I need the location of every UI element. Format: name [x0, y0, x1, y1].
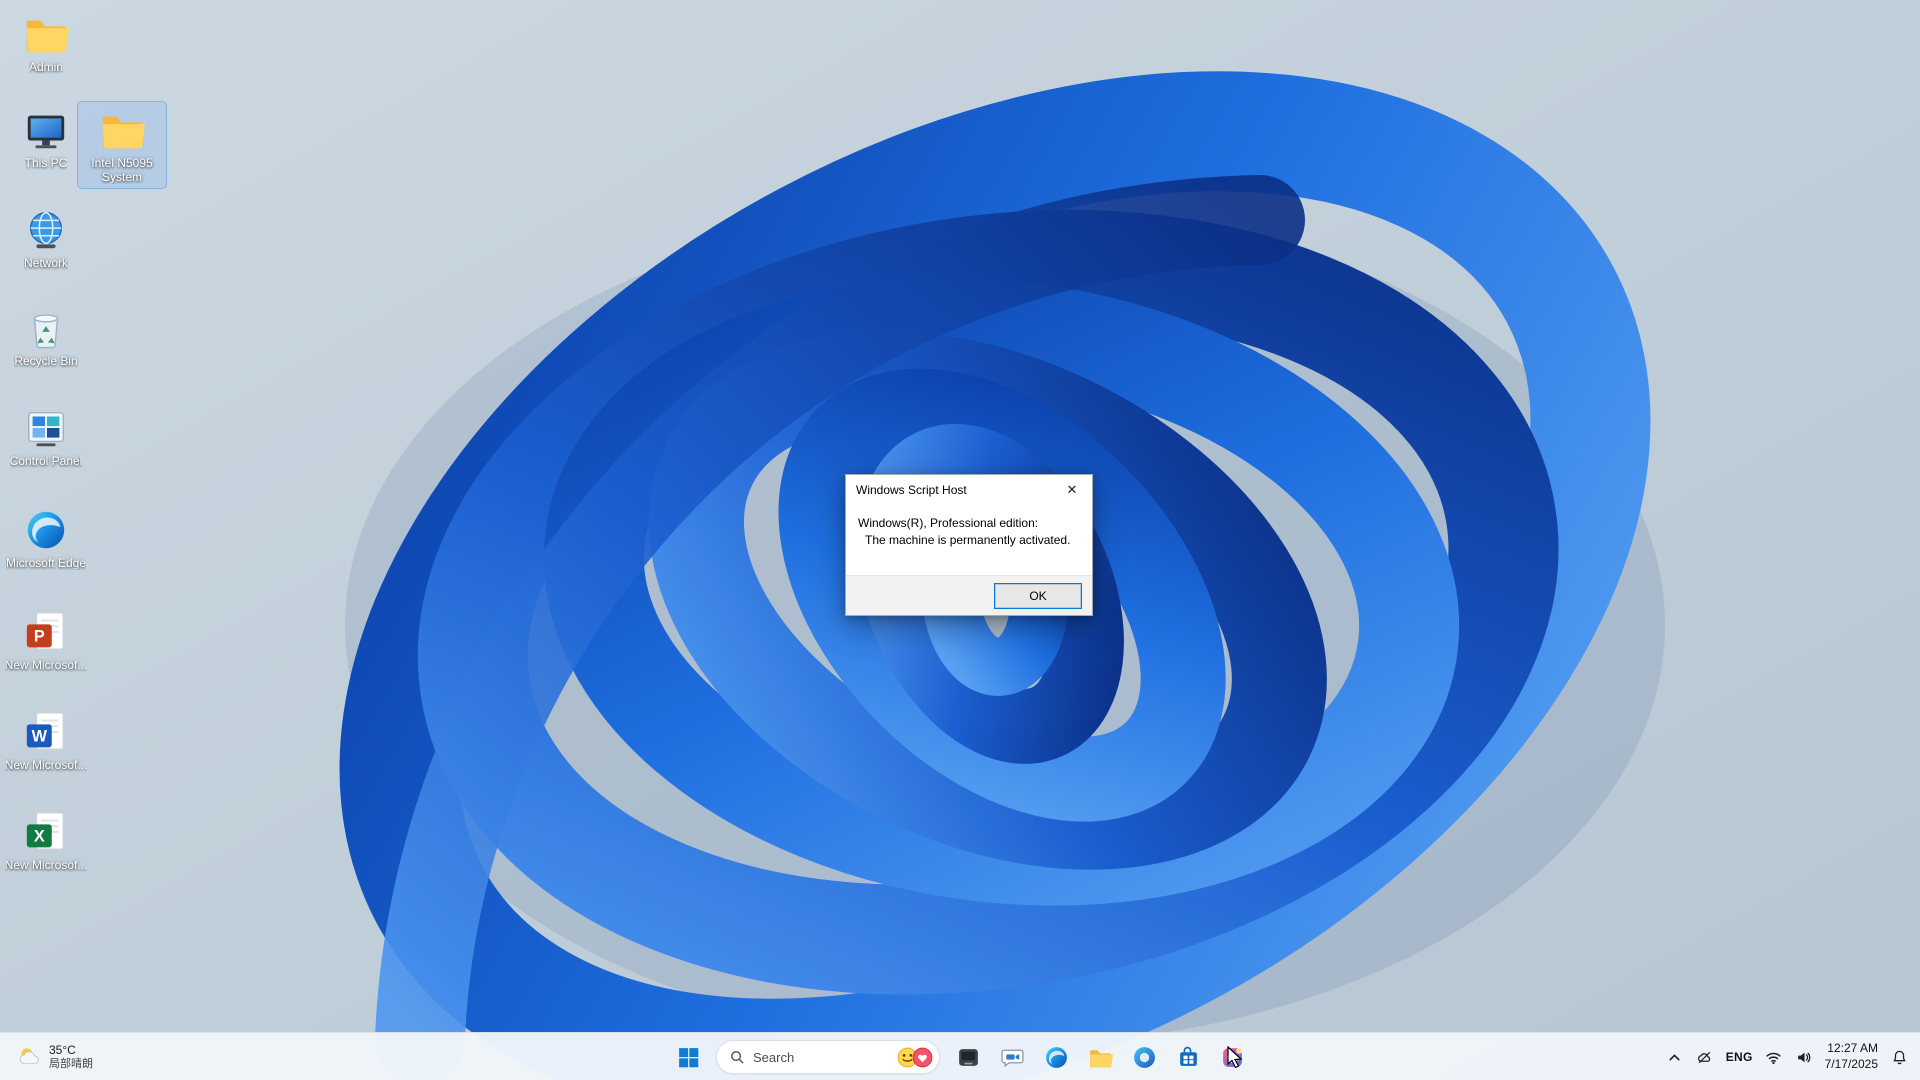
desktop-icon-intel-system[interactable]: Intel N5095 System — [77, 100, 167, 190]
cloud-off-icon — [1698, 1051, 1711, 1063]
search-box[interactable]: Search — [716, 1040, 940, 1074]
taskbar-app-edge[interactable] — [1036, 1037, 1076, 1077]
desktop-icon-label: Recycle Bin — [14, 354, 78, 368]
weather-condition: 局部晴朗 — [49, 1057, 93, 1070]
dialog-message-line2: The machine is permanently activated. — [865, 533, 1071, 548]
desktop-icon-admin[interactable]: Admin — [2, 6, 90, 78]
desktop-icon-new-excel[interactable]: X New Microsof... — [2, 804, 90, 876]
tray-volume-button[interactable] — [1795, 1037, 1813, 1077]
edge-icon — [1045, 1046, 1067, 1068]
taskbar-app-file-explorer[interactable] — [1080, 1037, 1120, 1077]
tray-language-button[interactable]: ENG — [1726, 1037, 1753, 1077]
weather-temperature: 35°C — [49, 1043, 76, 1058]
desktop-icon-new-word[interactable]: W New Microsof... — [2, 704, 90, 776]
desktop-icon-network[interactable]: Network — [2, 202, 90, 274]
desktop-icon-label: New Microsof... — [4, 658, 88, 672]
tray-onedrive-button[interactable] — [1696, 1037, 1714, 1077]
svg-text:X: X — [34, 828, 45, 846]
tray-time: 12:27 AM — [1827, 1041, 1878, 1056]
desktop-icon-label: Microsoft Edge — [5, 556, 87, 570]
desktop[interactable]: Admin This PC Intel N5095 System Network… — [0, 0, 1920, 1080]
store-icon — [1179, 1046, 1197, 1066]
taskbar-app-copilot[interactable] — [1124, 1037, 1164, 1077]
speaker-icon — [1798, 1052, 1811, 1062]
dialog-title: Windows Script Host — [856, 483, 967, 497]
search-highlights — [897, 1047, 933, 1068]
dialog-message-line1: Windows(R), Professional edition: — [858, 516, 1039, 530]
recycle-bin-icon — [23, 305, 69, 351]
taskbar-app-store[interactable] — [1168, 1037, 1208, 1077]
tray-notifications-button[interactable] — [1890, 1037, 1908, 1077]
edge-icon — [23, 507, 69, 553]
system-tray: ENG 12:27 AM 7/17/2025 — [1666, 1033, 1912, 1080]
wsh-dialog: Windows Script Host ✕ Windows(R), Profes… — [845, 474, 1093, 616]
tray-clock-button[interactable]: 12:27 AM 7/17/2025 — [1825, 1037, 1878, 1077]
file-explorer-icon — [1089, 1049, 1113, 1067]
control-panel-icon — [23, 405, 69, 451]
heart-emoji-icon — [912, 1047, 933, 1067]
dialog-message: Windows(R), Professional edition: The ma… — [846, 505, 1092, 550]
ok-button[interactable]: OK — [994, 583, 1082, 609]
desktop-icon-label: New Microsof... — [4, 758, 88, 772]
user-folder-icon — [23, 11, 69, 57]
svg-text:P: P — [34, 628, 45, 646]
taskbar-center: Search — [668, 1033, 1252, 1080]
wifi-icon — [1766, 1052, 1781, 1064]
powerpoint-file-icon: P — [23, 609, 69, 655]
desktop-icon-label: Network — [23, 256, 68, 270]
mouse-cursor — [1227, 1046, 1243, 1068]
start-button[interactable] — [668, 1037, 708, 1077]
taskbar: 35°C 局部晴朗 Search ENG 12:27 AM 7/17/2025 — [0, 1032, 1920, 1080]
word-file-icon: W — [23, 709, 69, 755]
desktop-icon-this-pc[interactable]: This PC — [2, 102, 90, 174]
search-placeholder: Search — [753, 1049, 795, 1065]
desktop-icon-label: Admin — [28, 60, 63, 74]
desktop-icon-control-panel[interactable]: Control Panel — [2, 400, 90, 472]
desktop-icon-recycle-bin[interactable]: Recycle Bin — [2, 300, 90, 372]
desktop-icon-new-powerpoint[interactable]: P New Microsof... — [2, 604, 90, 676]
folder-icon — [99, 107, 145, 153]
weather-widget[interactable]: 35°C 局部晴朗 — [10, 1033, 99, 1080]
tray-chevron-button[interactable] — [1666, 1037, 1684, 1077]
weather-icon — [19, 1048, 39, 1064]
tray-date: 7/17/2025 — [1824, 1057, 1878, 1071]
copilot-icon — [1133, 1046, 1155, 1068]
windows-logo-icon — [678, 1047, 698, 1067]
desktop-icon-label: Intel N5095 System — [91, 156, 153, 185]
chat-icon — [1000, 1049, 1024, 1067]
chevron-up-icon — [1669, 1053, 1680, 1060]
svg-text:W: W — [32, 728, 48, 746]
taskbar-app-files-dark[interactable] — [948, 1037, 988, 1077]
dialog-titlebar[interactable]: Windows Script Host ✕ — [846, 475, 1092, 505]
language-indicator: ENG — [1725, 1050, 1753, 1064]
tray-network-button[interactable] — [1765, 1037, 1783, 1077]
network-globe-icon — [23, 207, 69, 253]
desktop-icon-label: Control Panel — [9, 454, 83, 468]
excel-file-icon: X — [23, 809, 69, 855]
desktop-icon-label: New Microsof... — [4, 858, 88, 872]
dark-app-icon — [958, 1048, 978, 1066]
taskbar-app-chat[interactable] — [992, 1037, 1032, 1077]
bell-icon — [1893, 1050, 1905, 1064]
desktop-icon-microsoft-edge[interactable]: Microsoft Edge — [2, 502, 90, 574]
desktop-icon-label: This PC — [24, 156, 68, 170]
computer-icon — [23, 107, 69, 153]
dialog-footer: OK — [846, 575, 1092, 615]
search-icon — [731, 1050, 744, 1064]
close-icon[interactable]: ✕ — [1052, 476, 1092, 505]
